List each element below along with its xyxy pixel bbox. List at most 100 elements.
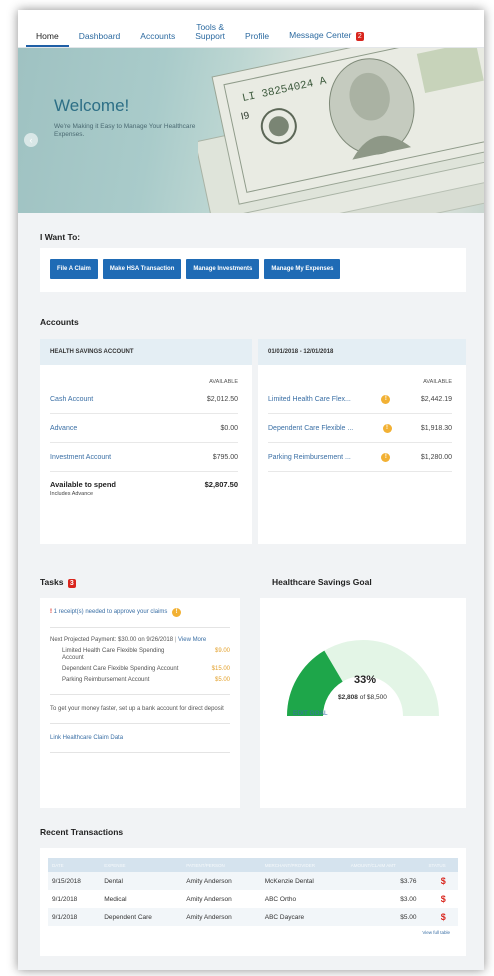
tx-date: 9/15/2018 bbox=[48, 872, 101, 890]
column-header[interactable]: AMOUNT/CLAIM AMT bbox=[346, 858, 425, 872]
tx-type: Dental bbox=[100, 872, 183, 890]
tx-provider: McKenzie Dental bbox=[260, 872, 347, 890]
hsa-panel: HEALTH SAVINGS ACCOUNT AVAILABLE Cash Ac… bbox=[40, 339, 252, 544]
account-amount: $795.00 bbox=[212, 453, 238, 461]
fsa-panel: 01/01/2018 - 12/01/2018 AVAILABLE Limite… bbox=[258, 339, 466, 544]
nav-accounts[interactable]: Accounts bbox=[130, 32, 185, 47]
goal-heading: Healthcare Savings Goal bbox=[272, 577, 372, 587]
goal-gauge bbox=[287, 640, 439, 717]
info-icon[interactable]: ! bbox=[172, 608, 182, 617]
payment-amount: $5.00 bbox=[214, 677, 230, 683]
money-stack-image: LI 38254024 A I9 bbox=[198, 48, 484, 213]
fsa-header: 01/01/2018 - 12/01/2018 bbox=[258, 339, 466, 365]
tx-provider: ABC Daycare bbox=[260, 908, 347, 926]
tx-type: Medical bbox=[104, 895, 127, 903]
info-icon[interactable]: ! bbox=[382, 423, 392, 433]
goal-target: of $8,500 bbox=[359, 694, 387, 701]
account-name[interactable]: Parking Reimbursement ... bbox=[268, 454, 351, 461]
available-label: Available to spend bbox=[50, 480, 116, 489]
receipt-alert-text[interactable]: 1 receipt(s) needed to approve your clai… bbox=[54, 609, 168, 615]
hsa-transaction-button[interactable]: Make HSA Transaction bbox=[102, 259, 182, 279]
payment-account: Dependent Care Flexible Spending Account bbox=[62, 666, 179, 672]
hsa-available-column: AVAILABLE bbox=[209, 379, 238, 385]
account-row[interactable]: Investment Account $795.00 bbox=[50, 443, 238, 472]
account-row[interactable]: Dependent Care Flexible ... ! $1,918.30 bbox=[268, 414, 452, 443]
info-icon[interactable]: ! bbox=[381, 452, 391, 462]
accounts-heading: Accounts bbox=[40, 317, 79, 327]
app-frame: Home Dashboard Accounts Tools & Support … bbox=[18, 10, 484, 970]
info-icon[interactable]: ! bbox=[381, 394, 391, 404]
account-amount: $0.00 bbox=[220, 424, 238, 432]
available-amount: $2,807.50 bbox=[204, 480, 238, 489]
account-name[interactable]: Dependent Care Flexible ... bbox=[268, 425, 353, 432]
view-full-table-link[interactable]: View full table bbox=[48, 930, 458, 935]
goal-amount: $2,808 of $8,500 bbox=[338, 694, 387, 701]
manage-expenses-button[interactable]: Manage My Expenses bbox=[264, 259, 341, 279]
transactions-table: DATE EXPENSE PATIENT/PERSON MERCHANT/PRO… bbox=[48, 858, 458, 926]
account-row[interactable]: Limited Health Care Flex... ! $2,442.19 bbox=[268, 385, 452, 414]
dollar-status-icon[interactable]: $ bbox=[424, 872, 458, 890]
projected-payment: Next Projected Payment: $30.00 on 9/26/2… bbox=[50, 637, 207, 643]
tasks-count-badge: 3 bbox=[67, 579, 76, 588]
account-amount: $1,280.00 bbox=[420, 453, 452, 461]
account-name[interactable]: Investment Account bbox=[50, 454, 111, 461]
nav-home[interactable]: Home bbox=[26, 32, 69, 47]
gauge-fill bbox=[287, 650, 344, 717]
table-header-row: DATE EXPENSE PATIENT/PERSON MERCHANT/PRO… bbox=[48, 858, 458, 872]
edit-goal-link[interactable]: EDIT GOAL bbox=[293, 710, 328, 717]
nav-message-center-label: Message Center bbox=[289, 30, 352, 40]
i-want-to-heading: I Want To: bbox=[40, 232, 81, 242]
account-amount: $1,918.30 bbox=[420, 424, 452, 432]
welcome-subtitle: We're Making it Easy to Manage Your Heal… bbox=[54, 123, 196, 138]
receipt-alert[interactable]: ! 1 receipt(s) needed to approve your cl… bbox=[50, 608, 230, 628]
nav-message-center[interactable]: Message Center 2 bbox=[279, 31, 374, 47]
column-header[interactable]: DATE bbox=[48, 858, 101, 872]
welcome-banner: LI 38254024 A I9 Welcome! We're Making i… bbox=[18, 48, 484, 213]
account-amount: $2,442.19 bbox=[420, 395, 452, 403]
file-claim-button[interactable]: File A Claim bbox=[50, 259, 98, 279]
goal-percent: 33% bbox=[354, 674, 377, 686]
tasks-panel: ! 1 receipt(s) needed to approve your cl… bbox=[40, 598, 240, 808]
tx-date: 9/1/2018 bbox=[52, 895, 78, 903]
dollar-status-icon[interactable]: $ bbox=[424, 908, 458, 926]
tx-person: Amity Anderson bbox=[182, 872, 261, 890]
account-row[interactable]: Advance $0.00 bbox=[50, 414, 238, 443]
payment-amount: $9.00 bbox=[214, 648, 230, 654]
goal-saved: $2,808 bbox=[338, 694, 358, 701]
table-row[interactable]: 9/1/2018 Dependent Care Amity Anderson A… bbox=[48, 908, 458, 926]
table-row[interactable]: 9/1/2018 Medical Amity Anderson ABC Orth… bbox=[48, 890, 458, 908]
tx-amount: $3.76 bbox=[346, 872, 425, 890]
account-row[interactable]: Cash Account $2,012.50 bbox=[50, 385, 238, 414]
link-claim-data[interactable]: Link Healthcare Claim Data bbox=[50, 734, 230, 753]
top-nav: Home Dashboard Accounts Tools & Support … bbox=[18, 10, 484, 48]
message-count-badge: 2 bbox=[355, 32, 364, 41]
payment-item: Dependent Care Flexible Spending Account… bbox=[50, 666, 230, 673]
manage-investments-button[interactable]: Manage Investments bbox=[186, 259, 260, 279]
payment-account: Parking Reimbursement Account bbox=[62, 677, 150, 683]
account-row[interactable]: Parking Reimbursement ... ! $1,280.00 bbox=[268, 443, 452, 472]
available-note: Includes Advance bbox=[50, 491, 94, 497]
quick-actions: File A Claim Make HSA Transaction Manage… bbox=[40, 248, 466, 292]
view-more-link[interactable]: View More bbox=[178, 637, 206, 643]
payment-amount: $15.00 bbox=[211, 666, 230, 672]
account-name[interactable]: Limited Health Care Flex... bbox=[268, 396, 351, 403]
dollar-status-icon[interactable]: $ bbox=[425, 890, 459, 908]
nav-tools-support[interactable]: Tools & Support bbox=[185, 23, 235, 47]
nav-profile[interactable]: Profile bbox=[235, 32, 279, 47]
account-name[interactable]: Cash Account bbox=[50, 396, 93, 403]
carousel-prev-icon[interactable]: ‹ bbox=[24, 133, 38, 147]
tx-person: Amity Anderson bbox=[182, 908, 261, 926]
column-header[interactable]: MERCHANT/PROVIDER bbox=[260, 858, 347, 872]
payment-account: Limited Health Care Flexible Spending Ac… bbox=[62, 648, 165, 661]
account-name[interactable]: Advance bbox=[50, 425, 77, 432]
nav-dashboard[interactable]: Dashboard bbox=[69, 32, 131, 47]
table-row[interactable]: 9/15/2018 Dental Amity Anderson McKenzie… bbox=[48, 872, 458, 890]
tx-type: Dependent Care bbox=[100, 908, 183, 926]
tasks-heading: Tasks 3 bbox=[40, 577, 76, 588]
column-header[interactable]: EXPENSE bbox=[100, 858, 183, 872]
bank-setup-task[interactable]: To get your money faster, set up a bank … bbox=[50, 705, 230, 724]
column-header[interactable]: PATIENT/PERSON bbox=[182, 858, 261, 872]
column-header[interactable]: STATUS bbox=[424, 858, 458, 872]
tx-person: Amity Anderson bbox=[186, 895, 232, 903]
tx-amount: $5.00 bbox=[346, 908, 425, 926]
